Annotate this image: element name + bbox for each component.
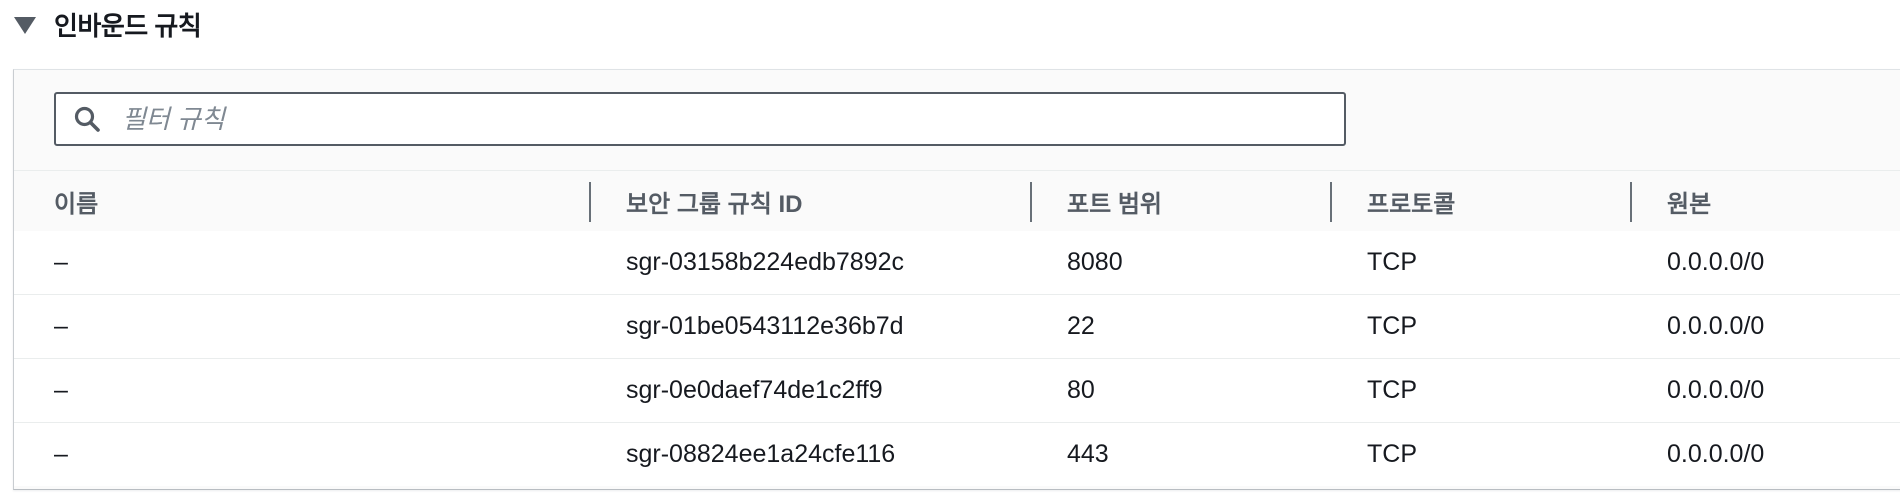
cell-protocol: TCP xyxy=(1367,376,1417,404)
inbound-rules-toggle[interactable]: 인바운드 규칙 xyxy=(14,6,202,42)
table-row[interactable]: – sgr-01be0543112e36b7d 22 TCP 0.0.0.0/0 xyxy=(14,295,1900,359)
column-header-rule-id[interactable]: 보안 그룹 규칙 ID xyxy=(626,171,802,231)
cell-port-range: 22 xyxy=(1067,312,1095,340)
cell-port-range: 80 xyxy=(1067,376,1095,404)
cell-source: 0.0.0.0/0 xyxy=(1667,312,1765,340)
cell-port-range: 443 xyxy=(1067,440,1109,468)
cell-rule-id: sgr-08824ee1a24cfe116 xyxy=(626,440,896,468)
filter-area xyxy=(14,70,1900,170)
column-header-source[interactable]: 원본 xyxy=(1667,171,1711,231)
section-title: 인바운드 규칙 xyxy=(54,10,202,41)
cell-protocol: TCP xyxy=(1367,248,1417,276)
cell-protocol: TCP xyxy=(1367,312,1417,340)
cell-port-range: 8080 xyxy=(1067,248,1123,276)
column-header-port-range[interactable]: 포트 범위 xyxy=(1067,171,1162,231)
cell-rule-id: sgr-0e0daef74de1c2ff9 xyxy=(626,376,883,404)
column-resizer[interactable] xyxy=(1330,182,1332,222)
column-resizer[interactable] xyxy=(1030,182,1032,222)
cell-name: – xyxy=(54,440,68,468)
table-row[interactable]: – sgr-03158b224edb7892c 8080 TCP 0.0.0.0… xyxy=(14,231,1900,295)
filter-rules-input[interactable] xyxy=(120,98,1344,140)
column-header-protocol[interactable]: 프로토콜 xyxy=(1367,171,1455,231)
cell-name: – xyxy=(54,312,68,340)
cell-rule-id: sgr-03158b224edb7892c xyxy=(626,248,905,276)
column-resizer[interactable] xyxy=(1630,182,1632,222)
cell-rule-id: sgr-01be0543112e36b7d xyxy=(626,312,904,340)
cell-source: 0.0.0.0/0 xyxy=(1667,376,1765,404)
cell-name: – xyxy=(54,376,68,404)
column-header-name[interactable]: 이름 xyxy=(54,171,98,231)
filter-box[interactable] xyxy=(54,92,1346,146)
table-row[interactable]: – sgr-08824ee1a24cfe116 443 TCP 0.0.0.0/… xyxy=(14,423,1900,486)
cell-source: 0.0.0.0/0 xyxy=(1667,440,1765,468)
cell-name: – xyxy=(54,248,68,276)
table-header: 이름 보안 그룹 규칙 ID 포트 범위 프로토콜 원본 xyxy=(14,170,1900,232)
table-row[interactable]: – sgr-0e0daef74de1c2ff9 80 TCP 0.0.0.0/0 xyxy=(14,359,1900,423)
cell-protocol: TCP xyxy=(1367,440,1417,468)
search-icon xyxy=(72,104,102,134)
column-resizer[interactable] xyxy=(589,182,591,222)
inbound-rules-panel: 이름 보안 그룹 규칙 ID 포트 범위 프로토콜 원본 – sgr-03158… xyxy=(13,69,1900,490)
cell-source: 0.0.0.0/0 xyxy=(1667,248,1765,276)
caret-down-icon xyxy=(14,16,36,34)
